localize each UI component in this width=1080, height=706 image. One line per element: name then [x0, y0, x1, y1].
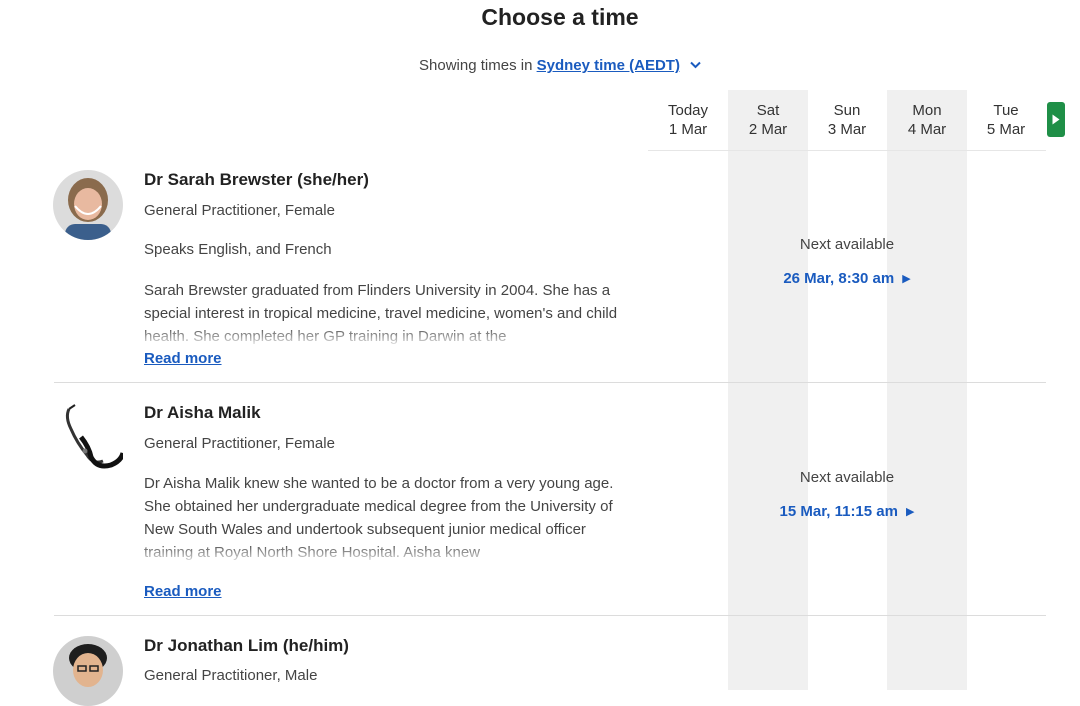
next-available-slot[interactable]: 26 Mar, 8:30 am ▶: [728, 270, 966, 287]
stethoscope-icon: [65, 404, 123, 469]
doctor-name: Dr Aisha Malik: [144, 403, 261, 422]
day-date: 5 Mar: [986, 121, 1026, 138]
doctor-avatar: [53, 636, 123, 706]
day-header-tue: Tue 5 Mar: [966, 101, 1046, 139]
timezone-link[interactable]: Sydney time (AEDT): [537, 57, 680, 74]
slot-time: 26 Mar, 8:30 am: [783, 270, 895, 287]
doctor-name: Dr Jonathan Lim (he/him): [144, 636, 349, 655]
row-divider: [54, 615, 1046, 616]
header-divider: [648, 150, 1046, 151]
doctor-role: General Practitioner, Male: [144, 667, 318, 684]
doctor-bio: Dr Aisha Malik knew she wanted to be a d…: [144, 472, 634, 565]
doctor-avatar: [53, 403, 123, 473]
day-column-shade-sat: [728, 90, 808, 690]
doctor-languages: Speaks English, and French: [144, 241, 332, 258]
next-available-slot[interactable]: 15 Mar, 11:15 am ▶: [728, 503, 966, 520]
day-header-mon: Mon 4 Mar: [887, 101, 967, 139]
row-divider: [54, 382, 1046, 383]
day-date: 1 Mar: [668, 121, 708, 138]
day-header-today: Today 1 Mar: [648, 101, 728, 139]
day-column-shade-mon: [887, 90, 967, 690]
day-weekday: Sun: [833, 102, 861, 119]
play-arrow-icon: ▶: [902, 273, 911, 285]
day-date: 3 Mar: [827, 121, 867, 138]
next-days-button[interactable]: [1047, 102, 1065, 137]
day-weekday: Mon: [912, 102, 942, 119]
page-title: Choose a time: [481, 4, 639, 30]
timezone-prefix: Showing times in: [419, 57, 537, 74]
slot-time: 15 Mar, 11:15 am: [779, 503, 898, 520]
play-arrow-icon: ▶: [905, 506, 915, 518]
day-weekday: Tue: [993, 102, 1019, 119]
doctor-role: General Practitioner, Female: [144, 435, 335, 452]
timezone-line: Showing times in Sydney time (AEDT): [0, 57, 1080, 74]
doctor-role: General Practitioner, Female: [144, 202, 335, 219]
day-date: 2 Mar: [748, 121, 788, 138]
next-available-label: Next available: [799, 236, 895, 253]
doctor-bio: Sarah Brewster graduated from Flinders U…: [144, 279, 634, 348]
play-arrow-icon: [1052, 114, 1060, 125]
day-header-sat: Sat 2 Mar: [728, 101, 808, 139]
day-date: 4 Mar: [907, 121, 947, 138]
read-more-link[interactable]: Read more: [144, 350, 222, 367]
next-available-label: Next available: [799, 469, 895, 486]
day-weekday: Sat: [756, 102, 780, 119]
day-weekday: Today: [667, 102, 709, 119]
doctor-name: Dr Sarah Brewster (she/her): [144, 170, 369, 189]
chevron-down-icon[interactable]: [690, 57, 701, 72]
doctor-avatar: [53, 170, 123, 240]
read-more-link[interactable]: Read more: [144, 583, 222, 600]
day-header-sun: Sun 3 Mar: [807, 101, 887, 139]
